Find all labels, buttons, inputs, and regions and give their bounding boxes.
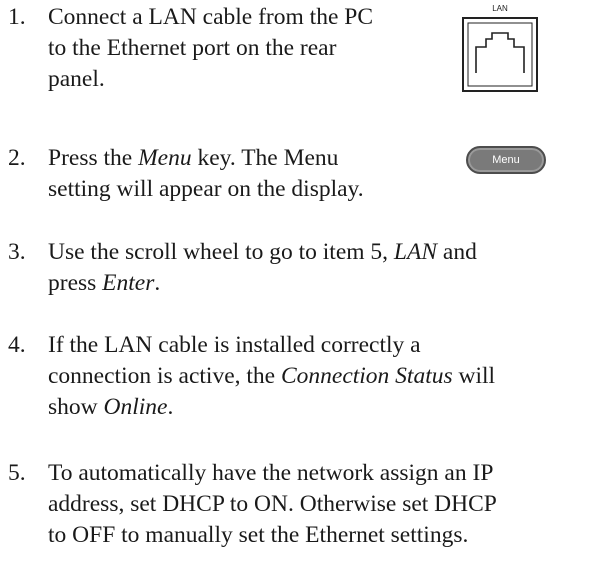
- menu-key-label: Menu: [492, 154, 520, 166]
- step-number: 4.: [8, 332, 26, 358]
- step-text: Press the Menu key. The Menu setting wil…: [48, 145, 364, 202]
- step-number: 2.: [8, 145, 26, 171]
- step-number: 5.: [8, 460, 26, 486]
- step-text: If the LAN cable is installed correctly …: [48, 332, 496, 420]
- step-number: 1.: [8, 4, 26, 30]
- step-text: Use the scroll wheel to go to item 5, LA…: [48, 239, 477, 296]
- step-number: 3.: [8, 239, 26, 265]
- step-text: Connect a LAN cable from the PC to the E…: [48, 4, 373, 92]
- lan-label: LAN: [492, 4, 508, 13]
- lan-port-figure: LAN: [462, 4, 538, 92]
- menu-key-button: Menu: [466, 146, 546, 174]
- ethernet-port-icon: [462, 17, 538, 92]
- step-text: To automatically have the network assign…: [48, 460, 497, 548]
